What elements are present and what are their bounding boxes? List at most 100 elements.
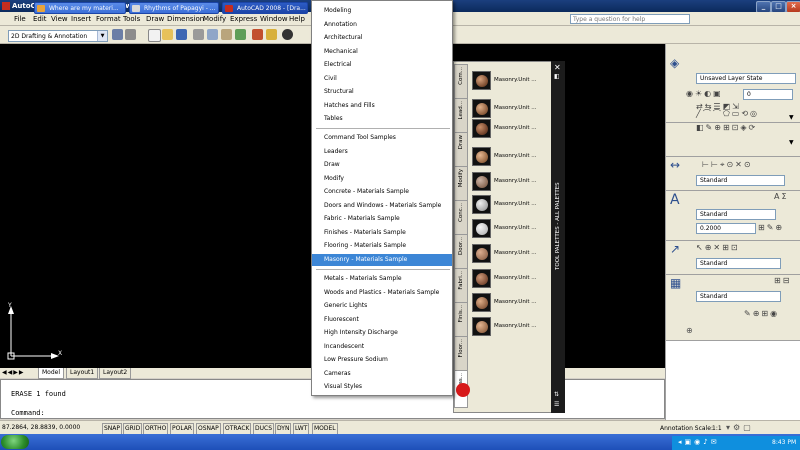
panel-expand-arrow-icon[interactable]: ▼	[789, 139, 794, 146]
palette-properties-icon[interactable]: ⇅	[554, 391, 559, 398]
palette-tool-masonry[interactable]: Masonry.Unit ...	[472, 118, 552, 140]
layout-icon[interactable]: ⊕	[686, 326, 693, 335]
preview-icon[interactable]	[207, 29, 218, 40]
text-style-dropdown[interactable]: Standard	[696, 209, 776, 220]
palette-tab-modify[interactable]: Modify	[454, 166, 468, 204]
palette-tool-masonry[interactable]: Masonry.Unit ...	[472, 316, 552, 338]
taskbar-item-music[interactable]: Rhythms of Papagyi - ...	[129, 2, 219, 14]
menu-item-civil[interactable]: Civil	[324, 73, 337, 85]
palette-menu-icon[interactable]: ☰	[554, 401, 559, 408]
menu-modify[interactable]: Modify	[203, 14, 226, 24]
annotation-scale-value[interactable]: 1:1	[712, 424, 722, 433]
layer-state-dropdown[interactable]: Unsaved Layer State	[696, 73, 796, 84]
menu-item-cameras[interactable]: Cameras	[324, 368, 351, 380]
plot-icon[interactable]	[193, 29, 204, 40]
palette-tab-leaders[interactable]: Lead...	[454, 98, 468, 136]
mleader-tools-icons[interactable]: ↖⊕✕⊞⊡	[696, 243, 740, 253]
text-height-field[interactable]: 0.2000	[696, 223, 756, 234]
start-button[interactable]	[1, 435, 29, 449]
menu-item-finishes[interactable]: Finishes - Materials Sample	[324, 227, 406, 239]
dimension-tools-icons[interactable]: ⊢⊢⌖⊙✕⊙	[702, 160, 753, 170]
publish-icon[interactable]	[221, 29, 232, 40]
palette-tool-masonry[interactable]: Masonry.Unit ...	[472, 268, 552, 290]
open-icon[interactable]	[162, 29, 173, 40]
palette-tab-concrete[interactable]: Conc...	[454, 200, 468, 238]
palette-tool-masonry[interactable]: Masonry.Unit ...	[472, 98, 552, 120]
palette-tool-masonry[interactable]: Masonry.Unit ...	[472, 218, 552, 240]
menu-item-metals[interactable]: Metals - Materials Sample	[324, 273, 402, 285]
menu-item-visual-styles[interactable]: Visual Styles	[324, 381, 362, 393]
palette-tab-flooring[interactable]: Floor...	[454, 336, 468, 374]
menu-item-architectural[interactable]: Architectural	[324, 32, 363, 44]
undo-icon[interactable]	[282, 29, 293, 40]
menu-express[interactable]: Express	[230, 14, 257, 24]
table-edit-icons[interactable]: ✎⊕⊞◉	[744, 309, 779, 319]
cut-icon[interactable]	[252, 29, 263, 40]
layer-state-icons[interactable]: ◉☀◐▣	[686, 89, 723, 99]
menu-item-draw[interactable]: Draw	[324, 159, 340, 171]
table-tools-icons[interactable]: ⊞⊟	[774, 276, 791, 286]
menu-item-concrete[interactable]: Concrete - Materials Sample	[324, 186, 409, 198]
menu-insert[interactable]: Insert	[71, 14, 91, 24]
menu-item-annotation[interactable]: Annotation	[324, 19, 357, 31]
match-properties-icon[interactable]	[266, 29, 277, 40]
mleader-style-dropdown[interactable]: Standard	[696, 258, 781, 269]
menu-item-woods-plastics[interactable]: Woods and Plastics - Materials Sample	[324, 287, 439, 299]
menu-item-fabric[interactable]: Fabric - Materials Sample	[324, 213, 400, 225]
menu-draw[interactable]: Draw	[146, 14, 164, 24]
palette-tab-fabric[interactable]: Fabri...	[454, 268, 468, 306]
palette-tool-masonry[interactable]: Masonry.Unit ...	[472, 146, 552, 168]
tab-scroll-arrows-icon[interactable]: ◀◀▶▶	[2, 369, 24, 376]
palette-tab-draw[interactable]: Draw	[454, 132, 468, 170]
palette-tool-masonry[interactable]: Masonry.Unit ...	[472, 194, 552, 216]
workspace-save-icon[interactable]	[125, 29, 136, 40]
menu-help[interactable]: Help	[289, 14, 305, 24]
table-style-dropdown[interactable]: Standard	[696, 291, 781, 302]
menu-tools[interactable]: Tools	[123, 14, 140, 24]
menu-item-structural[interactable]: Structural	[324, 86, 354, 98]
palette-tab-finishes[interactable]: Finis...	[454, 302, 468, 340]
layer-dropdown[interactable]: 0	[743, 89, 793, 100]
text-tools-icons[interactable]: AΣ	[774, 192, 789, 202]
palette-tool-masonry[interactable]: Masonry.Unit ...	[472, 292, 552, 314]
menu-dimension[interactable]: Dimension	[167, 14, 204, 24]
command-prompt[interactable]: Command:	[11, 409, 45, 417]
tab-model[interactable]: Model	[38, 368, 65, 379]
menu-view[interactable]: View	[51, 14, 68, 24]
menu-item-incandescent[interactable]: Incandescent	[324, 341, 364, 353]
menu-format[interactable]: Format	[96, 14, 121, 24]
workspace-settings-icon[interactable]	[112, 29, 123, 40]
tab-layout2[interactable]: Layout2	[99, 368, 132, 379]
palette-tool-masonry[interactable]: Masonry.Unit ...	[472, 243, 552, 265]
coordinates-display[interactable]: 87.2864, 28.8839, 0.0000	[2, 423, 80, 433]
taskbar-item-browser[interactable]: Where are my materi...	[34, 2, 126, 14]
modify-tools-icons[interactable]: ◧✎⊕⊞⊡◈⟳	[696, 123, 757, 133]
menu-item-modify[interactable]: Modify	[324, 173, 344, 185]
tab-layout1[interactable]: Layout1	[66, 368, 99, 379]
palette-tool-masonry[interactable]: Masonry.Unit ...	[472, 70, 552, 92]
chevron-down-icon[interactable]: ▼	[97, 31, 107, 41]
menu-item-tables[interactable]: Tables	[324, 113, 343, 125]
menu-item-hid[interactable]: High Intensity Discharge	[324, 327, 398, 339]
menu-item-low-pressure-sodium[interactable]: Low Pressure Sodium	[324, 354, 388, 366]
menu-item-command-tool-samples[interactable]: Command Tool Samples	[324, 132, 396, 144]
dimension-style-dropdown[interactable]: Standard	[696, 175, 785, 186]
menu-item-electrical[interactable]: Electrical	[324, 59, 352, 71]
menu-item-fluorescent[interactable]: Fluorescent	[324, 314, 359, 326]
palette-tool-masonry[interactable]: Masonry.Unit ...	[472, 171, 552, 193]
palette-tab-command[interactable]: Com...	[454, 64, 468, 102]
menu-file[interactable]: File	[14, 14, 26, 24]
workspace-dropdown[interactable]: 2D Drafting & Annotation ▼	[8, 30, 108, 42]
menu-item-mechanical[interactable]: Mechanical	[324, 46, 358, 58]
palette-title-bar[interactable]: ✕ ◧ TOOL PALETTES - ALL PALETTES ⇅ ☰	[551, 61, 565, 413]
draw-tools-icons[interactable]: ╱⌒⌒⬠▭⟲◎	[696, 109, 759, 119]
menu-item-leaders[interactable]: Leaders	[324, 146, 348, 158]
text-tools-icons[interactable]: ⊞✎⊕	[758, 223, 784, 233]
tray-icons[interactable]: ◂▣◉♪✉	[678, 436, 720, 448]
help-search-input[interactable]: Type a question for help	[570, 14, 690, 24]
menu-item-hatches-fills[interactable]: Hatches and Fills	[324, 100, 375, 112]
tray-settings-icon[interactable]: ▾⚙▢	[726, 423, 754, 432]
palette-autohide-icon[interactable]: ◧	[554, 73, 560, 80]
menu-edit[interactable]: Edit	[33, 14, 47, 24]
3d-dwf-icon[interactable]	[235, 29, 246, 40]
